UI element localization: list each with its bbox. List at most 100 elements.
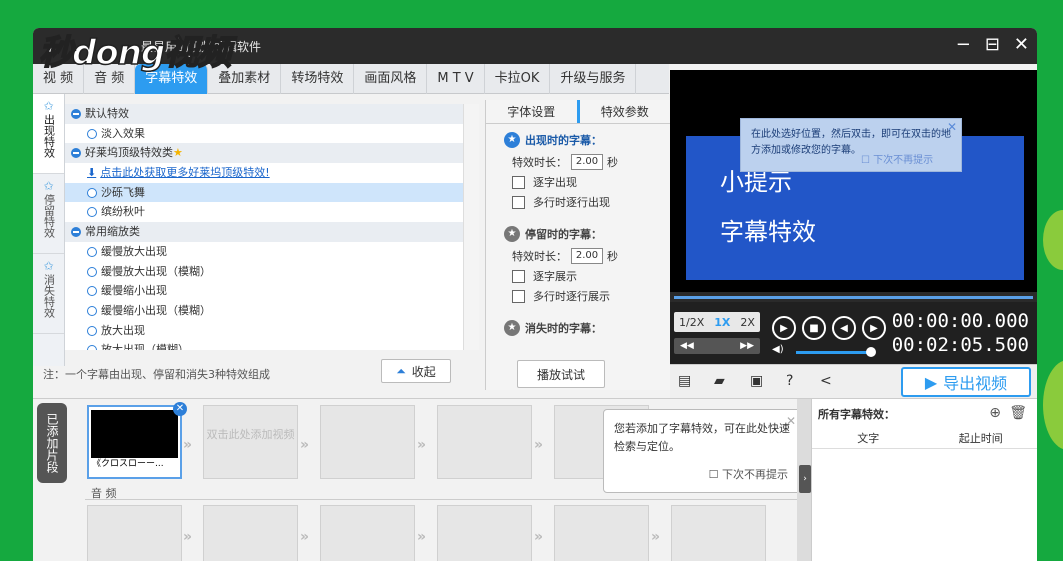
audio-slot[interactable] [203,505,298,561]
audio-slot[interactable] [320,505,415,561]
effect-item[interactable]: 缓慢放大出现 [65,242,479,262]
watermark-logo: 秒dong视频 [38,33,232,73]
open-folder-icon[interactable]: ▰ [714,373,725,389]
add-video-slot[interactable]: 双击此处添加视频 [203,405,298,479]
star-out-icon: ✩ [43,259,54,273]
word-display-checkbox[interactable]: 逐字展示 [512,268,670,284]
effect-category[interactable]: 好莱坞顶级特效类★ [65,143,479,164]
tab-font-settings[interactable]: 字体设置 [486,100,577,123]
speaker-icon[interactable]: ◀) [772,344,784,355]
close-button[interactable]: ✕ [1014,34,1029,55]
clip-caption: 《クロスローー... [92,459,164,469]
next-icon[interactable]: ▶ [862,316,886,340]
speed-normal[interactable]: 1X [714,316,730,329]
radio-icon [87,345,97,350]
tab-karaoke[interactable]: 卡拉OK [485,63,551,94]
tab-upgrade[interactable]: 升级与服务 [550,63,637,94]
effects-scrollbar[interactable] [463,104,479,350]
save-icon[interactable]: ▣ [750,373,763,389]
share-icon[interactable]: < [820,373,832,389]
export-icon: ▶ [924,372,938,392]
rewind-icon[interactable]: ◀◀ [680,341,694,351]
speed-double[interactable]: 2X [740,316,755,329]
window-controls: − ⊟ ✕ [956,34,1029,55]
vtab-appear[interactable]: ✩ 出现特效 [33,94,64,174]
playback-buttons: ▶ ■ ◀ ▶ [772,316,886,340]
option-label: 多行时逐行展示 [533,290,610,303]
trash-icon[interactable]: 🗑 [1009,405,1027,421]
effect-label: 常用缩放类 [85,225,140,239]
vtab-disappear[interactable]: ✩ 消失特效 [33,254,64,334]
effect-item[interactable]: 缓慢放大出现（模糊） [65,262,479,282]
fast-forward-icon[interactable]: ▶▶ [740,341,754,351]
appear-duration-input[interactable]: 2.00 [571,154,603,170]
checkbox[interactable] [512,269,525,283]
effect-label: 缓慢缩小出现（模糊） [101,303,211,317]
locate-icon[interactable]: ⊕ [989,405,1001,421]
line-display-checkbox[interactable]: 多行时逐行展示 [512,288,670,304]
subtitle-search-tooltip: 您若添加了字幕特效，可在此处快速检索与定位。 ✕ ☐ 下次不再提示 [603,409,801,493]
radio-icon [87,246,97,257]
vtab-stay[interactable]: ✩ 停留特效 [33,174,64,254]
stay-duration-input[interactable]: 2.00 [571,248,603,264]
empty-slot[interactable] [320,405,415,479]
volume-knob[interactable] [866,347,876,357]
line-by-line-checkbox[interactable]: 多行时逐行出现 [512,194,670,210]
background-swoosh [1043,210,1063,270]
tab-mtv[interactable]: M T V [427,63,485,94]
dont-show-checkbox[interactable]: ☐ 下次不再提示 [709,466,788,484]
previous-icon[interactable]: ◀ [832,316,856,340]
empty-slot[interactable] [437,405,532,479]
total-time: 00:02:05.500 [891,334,1029,356]
effect-item[interactable]: 沙砾飞舞 [65,182,479,203]
speed-half[interactable]: 1/2X [679,316,704,329]
effect-item[interactable]: 放大出现（模糊） [65,340,479,350]
checkbox[interactable] [512,175,525,189]
collapse-button[interactable]: ⏶ 收起 [381,359,451,383]
remove-clip-icon[interactable]: ✕ [173,402,187,416]
tab-transition[interactable]: 转场特效 [281,63,355,94]
restore-button[interactable]: ⊟ [985,34,1000,55]
play-trial-button[interactable]: 播放试试 [517,360,605,388]
close-icon[interactable]: ✕ [786,412,796,430]
video-preview[interactable]: 小提示 字幕特效 在此处选好位置，然后双击，即可在双击的地方添加或修改您的字幕。… [670,70,1037,302]
dont-show-checkbox[interactable]: ☐ 下次不再提示 [861,153,933,169]
help-icon[interactable]: ? [786,373,793,389]
subtitles-header: 文字 起止时间 [812,429,1037,449]
checkbox[interactable] [512,195,525,209]
progress-track[interactable] [670,292,1037,302]
export-label: 导出视频 [943,374,1008,393]
duration-label: 特效时长： [512,250,567,263]
effect-item[interactable]: 淡入效果 [65,124,479,144]
export-video-button[interactable]: ▶ 导出视频 [901,367,1031,397]
close-icon[interactable]: ✕ [947,119,957,135]
vtab-label: 停留特效 [42,194,56,238]
more-effects-link[interactable]: ⬇ 点击此处获取更多好莱坞顶级特效! [65,163,479,183]
minimize-button[interactable]: − [956,34,971,55]
effect-item[interactable]: 缓慢缩小出现 [65,281,479,301]
effect-category[interactable]: 默认特效 [65,104,479,124]
stop-icon[interactable]: ■ [802,316,826,340]
star-in-icon: ✩ [43,99,54,113]
word-by-word-checkbox[interactable]: 逐字出现 [512,174,670,190]
play-icon[interactable]: ▶ [772,316,796,340]
progress-rail [674,296,1033,299]
effect-item[interactable]: 缓慢缩小出现（模糊） [65,301,479,321]
checkbox[interactable] [512,289,525,303]
effect-item[interactable]: 缤纷秋叶 [65,202,479,222]
audio-slot[interactable] [87,505,182,561]
video-clip[interactable]: 《クロスローー... ✕ [87,402,187,479]
expand-panel-icon[interactable]: › [799,465,811,493]
audio-slot[interactable] [437,505,532,561]
tab-style[interactable]: 画面风格 [354,63,428,94]
frame-step: ◀◀ ▶▶ [674,338,760,354]
effect-item[interactable]: 放大出现 [65,321,479,341]
tab-effect-params[interactable]: 特效参数 [576,100,671,123]
effect-label: 默认特效 [85,107,129,120]
volume-slider[interactable]: ◀) [772,344,876,357]
option-label: 逐字出现 [533,176,577,189]
audio-slot[interactable] [554,505,649,561]
new-project-icon[interactable]: ▤ [678,373,691,389]
effect-category[interactable]: 常用缩放类 [65,222,479,242]
audio-slot[interactable] [671,505,766,561]
